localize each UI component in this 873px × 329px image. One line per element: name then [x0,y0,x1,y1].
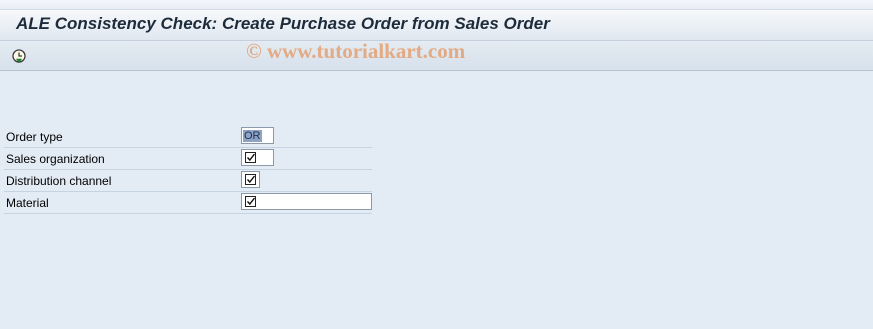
sales-organization-input[interactable] [241,149,274,166]
top-strip [0,0,873,10]
page-title: ALE Consistency Check: Create Purchase O… [16,14,550,33]
material-input[interactable] [241,193,372,210]
field-row-material: Material [4,192,372,214]
field-label-sales-organization: Sales organization [6,152,105,166]
field-row-sales-organization: Sales organization [4,148,372,170]
order-type-value: OR [243,130,262,142]
field-row-order-type: Order type OR [4,126,372,148]
checkmark-icon [245,174,256,185]
watermark-text: © www.tutorialkart.com [246,39,466,63]
field-label-material: Material [6,196,49,210]
execute-clock-icon [12,49,26,64]
field-label-distribution-channel: Distribution channel [6,174,112,188]
order-type-input[interactable]: OR [241,127,274,144]
distribution-channel-input[interactable] [241,171,260,188]
title-bar: ALE Consistency Check: Create Purchase O… [0,10,873,41]
execute-button[interactable] [9,46,29,66]
field-label-order-type: Order type [6,130,63,144]
checkmark-icon [245,152,256,163]
field-row-distribution-channel: Distribution channel [4,170,372,192]
checkmark-icon [245,196,256,207]
